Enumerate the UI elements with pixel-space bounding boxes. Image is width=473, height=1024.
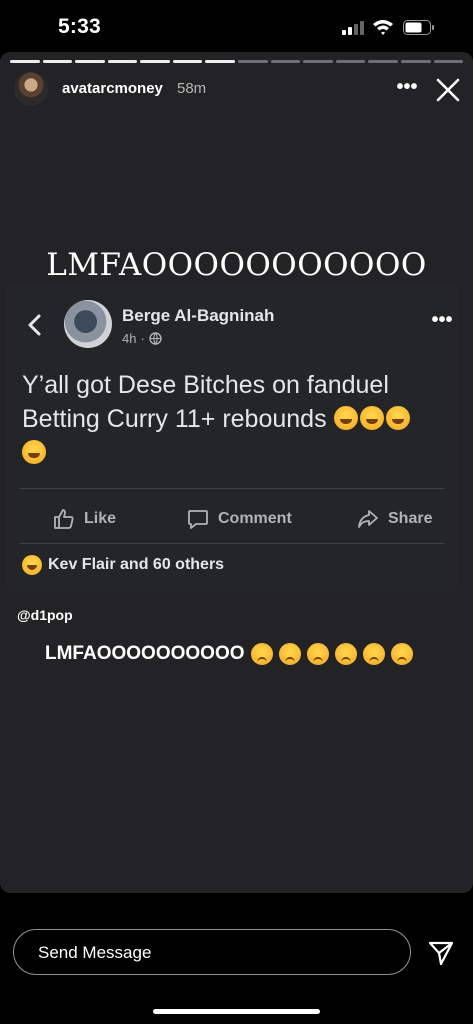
comment-icon: [188, 510, 208, 529]
message-input[interactable]: [36, 940, 380, 966]
progress-segment: [303, 60, 333, 63]
share-icon: [358, 510, 378, 528]
thumbs-up-icon: [54, 509, 74, 529]
back-chevron-icon[interactable]: [26, 313, 44, 337]
post-meta: 4h ·: [122, 331, 162, 346]
laughing-emoji-icon: [333, 406, 358, 430]
haha-reaction-icon: [22, 555, 42, 575]
story-caption: LMFAOOOOOOOOOOO: [46, 247, 427, 283]
post-text: Y’all got Dese Bitches on fanduel Bettin…: [22, 368, 452, 470]
progress-segment: [10, 60, 40, 63]
progress-segment: [42, 60, 73, 63]
progress-segment: [140, 60, 170, 63]
meta-separator: ·: [140, 331, 145, 346]
battery-icon: [403, 20, 434, 35]
disappointed-face-icon: [278, 643, 301, 665]
disappointed-face-icon: [362, 643, 385, 665]
more-options-button[interactable]: •••: [396, 72, 418, 102]
post-text-line2: Betting Curry 11+ rebounds: [22, 405, 327, 433]
poster-name: Berge Al-Bagninah: [122, 306, 275, 325]
progress-segment: [270, 60, 301, 63]
progress-segment: [238, 60, 268, 63]
like-action: Like: [52, 505, 116, 533]
like-label: Like: [84, 510, 117, 527]
disappointed-face-icon: [250, 643, 273, 665]
status-time: 5:33: [58, 15, 101, 38]
story-container[interactable]: avatarcmoney 58m ••• LMFAOOOOOOOOOOO Ber…: [0, 52, 473, 893]
progress-segment: [75, 60, 105, 63]
status-bar: 5:33: [0, 0, 473, 52]
progress-segment: [400, 60, 431, 63]
progress-segment: [335, 60, 366, 63]
story-text-sticker: LMFAOOOOOOOOOO: [45, 643, 413, 665]
reactions-text: Kev Flair and 60 others: [48, 556, 225, 573]
close-icon[interactable]: [435, 77, 461, 103]
disappointed-face-icon: [390, 643, 413, 665]
story-time-ago: 58m: [177, 80, 207, 97]
disappointed-face-icon: [306, 643, 329, 665]
reactions-summary: Kev Flair and 60 others: [22, 555, 224, 575]
progress-segment: [368, 60, 398, 63]
story-header: avatarcmoney 58m •••: [14, 72, 464, 112]
sticker-text: LMFAOOOOOOOOOO: [45, 643, 245, 664]
disappointed-face-icon: [334, 643, 357, 665]
comment-label: Comment: [218, 510, 292, 527]
share-label: Share: [388, 510, 433, 527]
send-icon[interactable]: [428, 940, 454, 966]
avatar[interactable]: [14, 72, 48, 106]
facebook-post-card: Berge Al-Bagninah 4h · ••• Y’all got Des…: [6, 285, 458, 591]
progress-segment: [107, 60, 138, 63]
divider: [20, 488, 444, 489]
story-progress-bar: [10, 60, 464, 63]
story-username[interactable]: avatarcmoney: [62, 80, 163, 97]
globe-icon: [149, 332, 162, 345]
laughing-emoji-icon: [385, 406, 410, 430]
home-indicator: [153, 1009, 320, 1014]
progress-segment: [172, 60, 203, 63]
share-action: Share: [356, 505, 432, 533]
laughing-emoji-icon: [22, 440, 46, 464]
post-more-button: •••: [431, 309, 453, 331]
cellular-signal-icon: [342, 21, 364, 35]
progress-segment: [205, 60, 236, 63]
poster-avatar: [64, 300, 112, 348]
mention-sticker[interactable]: @d1pop: [17, 607, 73, 623]
post-text-line1: Y’all got Dese Bitches on fanduel: [22, 371, 389, 399]
progress-segment: [433, 60, 464, 63]
wifi-icon: [373, 20, 393, 35]
comment-action: Comment: [186, 505, 292, 533]
divider: [20, 543, 444, 544]
post-time: 4h: [122, 331, 137, 346]
laughing-emoji-icon: [359, 406, 384, 430]
send-message-field[interactable]: [13, 929, 411, 975]
